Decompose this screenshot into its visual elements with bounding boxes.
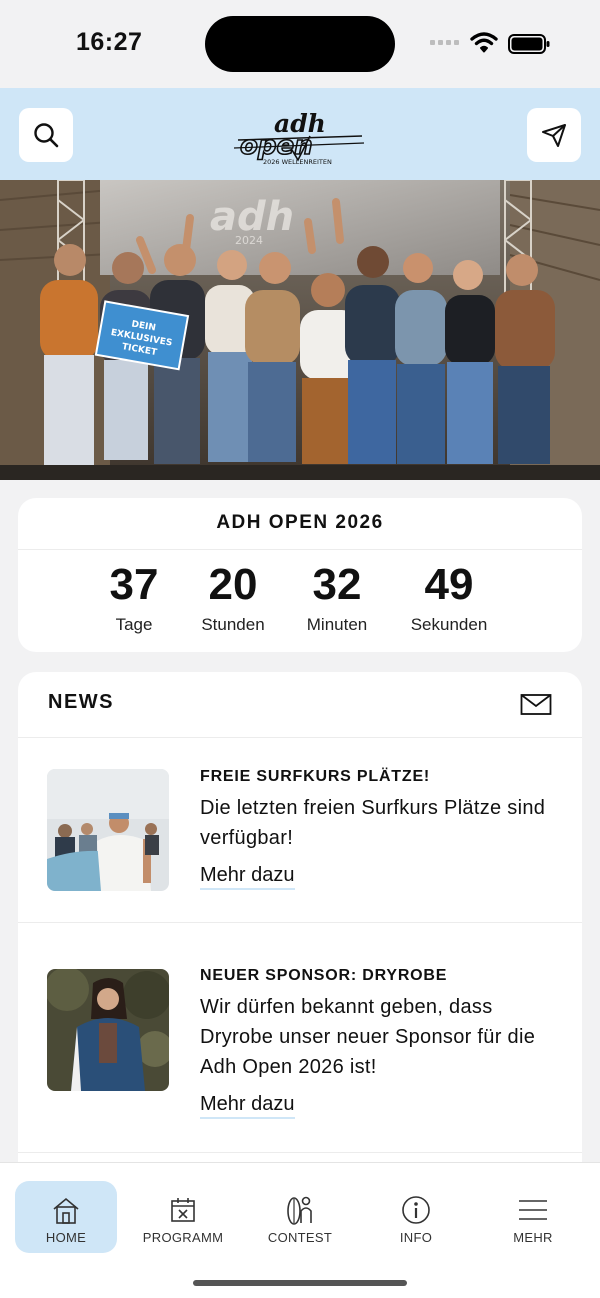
news-item[interactable]: NEUER SPONSOR: DRYROBE Wir dürfen bekann…: [18, 923, 582, 1153]
countdown-hours-value: 20: [208, 560, 258, 609]
news-thumbnail: [47, 769, 169, 891]
home-indicator: [193, 1280, 407, 1286]
news-card: NEWS FREIE SURFKURS PLÄTZE! Die letzten …: [18, 672, 582, 1192]
countdown-card: ADH OPEN 2026 37 Tage 20 Stunden 32 Minu…: [18, 498, 582, 652]
calendar-icon: [171, 1198, 195, 1222]
countdown-days: 37 Tage: [84, 560, 184, 636]
countdown-days-value: 37: [109, 560, 159, 609]
news-item[interactable]: FREIE SURFKURS PLÄTZE! Die letzten freie…: [18, 738, 582, 923]
hero-image: adh 2024 DEIN EXKLUSIVES TICKET: [0, 180, 600, 480]
news-text: Wir dürfen bekannt geben, dass Dryrobe u…: [200, 996, 536, 1078]
search-icon: [34, 123, 59, 148]
tab-info-label: INFO: [399, 1230, 433, 1245]
tab-home-label: HOME: [45, 1230, 87, 1245]
search-button[interactable]: [19, 108, 73, 162]
info-icon: [402, 1196, 430, 1224]
send-button[interactable]: [527, 108, 581, 162]
home-icon: [53, 1197, 79, 1224]
wifi-icon: [470, 32, 498, 53]
countdown-seconds-label: Sekunden: [410, 615, 488, 634]
logo-subtitle: 2026 WELLENREITEN: [263, 158, 332, 166]
news-headline: NEUER SPONSOR: DRYROBE: [200, 967, 448, 984]
news-text: Die letzten freien Surfkurs Plätze sind …: [200, 797, 546, 849]
countdown-title: ADH OPEN 2026: [18, 498, 582, 550]
tab-programm-label: PROGRAMM: [142, 1230, 224, 1245]
mail-icon[interactable]: [520, 692, 552, 716]
countdown-minutes: 32 Minuten: [287, 560, 387, 636]
read-more-link[interactable]: Mehr dazu: [200, 862, 295, 890]
surfboard-person-icon: [287, 1196, 312, 1225]
status-bar: 16:27: [0, 0, 600, 88]
tab-programm[interactable]: PROGRAMM: [132, 1181, 234, 1253]
countdown-minutes-value: 32: [312, 560, 362, 609]
countdown-minutes-label: Minuten: [306, 615, 368, 634]
news-title: NEWS: [48, 691, 114, 713]
news-header: NEWS: [18, 672, 582, 738]
news-headline: FREIE SURFKURS PLÄTZE!: [200, 768, 431, 785]
countdown-seconds-value: 49: [424, 560, 474, 609]
tab-contest-label: CONTEST: [267, 1230, 333, 1245]
news-thumbnail: [47, 969, 169, 1091]
paper-plane-icon: [542, 124, 566, 147]
dynamic-island: [205, 16, 395, 72]
tab-mehr[interactable]: MEHR: [482, 1181, 584, 1253]
tab-info[interactable]: INFO: [365, 1181, 467, 1253]
tab-bar: HOME PROGRAMM CONTEST INFO MEHR: [0, 1162, 600, 1298]
countdown-seconds: 49 Sekunden: [399, 560, 499, 636]
svg-text:2024: 2024: [235, 234, 263, 247]
menu-icon: [519, 1200, 547, 1220]
app-header: adh open 2026 WELLENREITEN: [0, 88, 600, 180]
tab-home[interactable]: HOME: [15, 1181, 117, 1253]
countdown-days-label: Tage: [115, 615, 153, 634]
countdown-hours-label: Stunden: [201, 615, 265, 634]
tab-contest[interactable]: CONTEST: [249, 1181, 351, 1253]
read-more-link[interactable]: Mehr dazu: [200, 1091, 295, 1119]
battery-icon: [508, 34, 550, 54]
countdown-hours: 20 Stunden: [183, 560, 283, 636]
tab-mehr-label: MEHR: [513, 1230, 553, 1245]
cellular-signal-icon: [430, 40, 459, 45]
status-time: 16:27: [76, 28, 143, 56]
adh-open-logo: adh open 2026 WELLENREITEN: [233, 109, 365, 166]
